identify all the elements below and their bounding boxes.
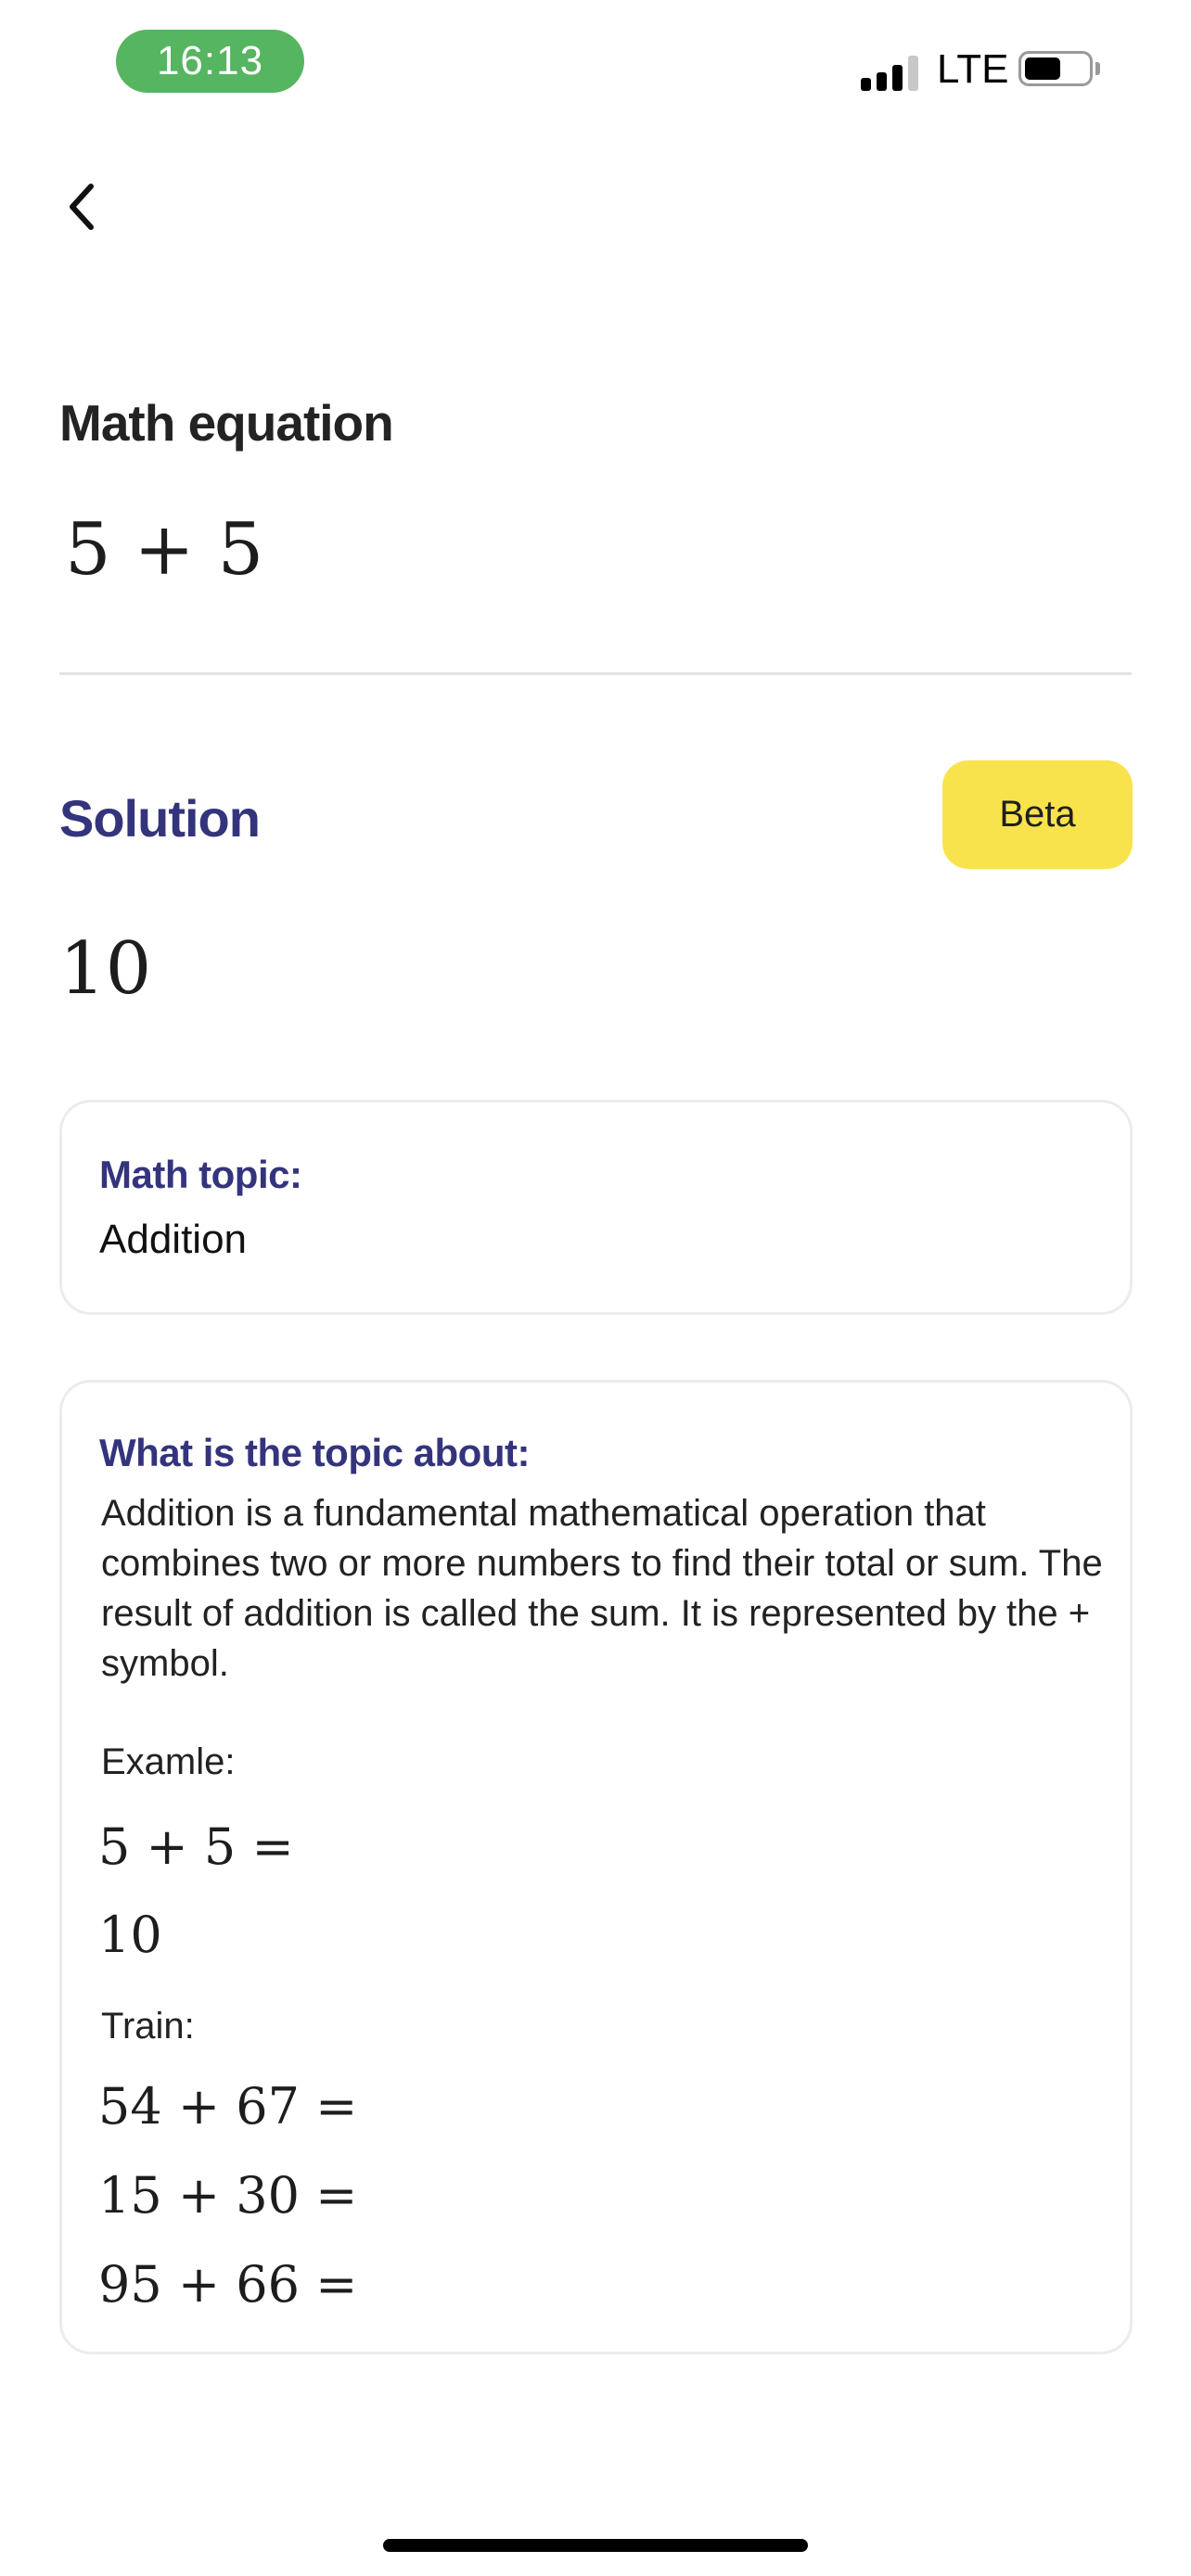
status-time: 16:13 (116, 30, 304, 93)
equation-expression: 5 + 5 (65, 508, 264, 592)
home-indicator[interactable] (383, 2539, 808, 2552)
divider (59, 672, 1132, 675)
math-topic-value: Addition (99, 1217, 248, 1262)
example-result: 10 (98, 1906, 162, 1964)
train-exercise-3: 95 + 66 = (98, 2255, 358, 2314)
topic-description: Addition is a fundamental mathematical o… (101, 1493, 1103, 1684)
beta-badge[interactable]: Beta (942, 760, 1133, 869)
battery-cap (1095, 62, 1100, 75)
train-exercise-2: 15 + 30 = (98, 2166, 358, 2225)
back-button[interactable] (54, 174, 109, 239)
train-exercise-1: 54 + 67 = (98, 2077, 358, 2136)
example-expression: 5 + 5 = (98, 1817, 294, 1876)
solution-answer: 10 (59, 927, 152, 1011)
topic-about-label: What is the topic about: (99, 1431, 530, 1474)
chevron-left-icon (70, 184, 94, 230)
example-label: Examle: (101, 1741, 236, 1782)
network-type: LTE (937, 46, 1009, 92)
solution-title: Solution (59, 789, 261, 848)
math-topic-card (59, 1100, 1133, 1315)
cellular-signal-icon (861, 52, 924, 91)
battery-icon (1018, 51, 1093, 86)
train-label: Train: (101, 2006, 195, 2047)
math-topic-label: Math topic: (99, 1153, 302, 1196)
equation-heading: Math equation (59, 394, 394, 452)
